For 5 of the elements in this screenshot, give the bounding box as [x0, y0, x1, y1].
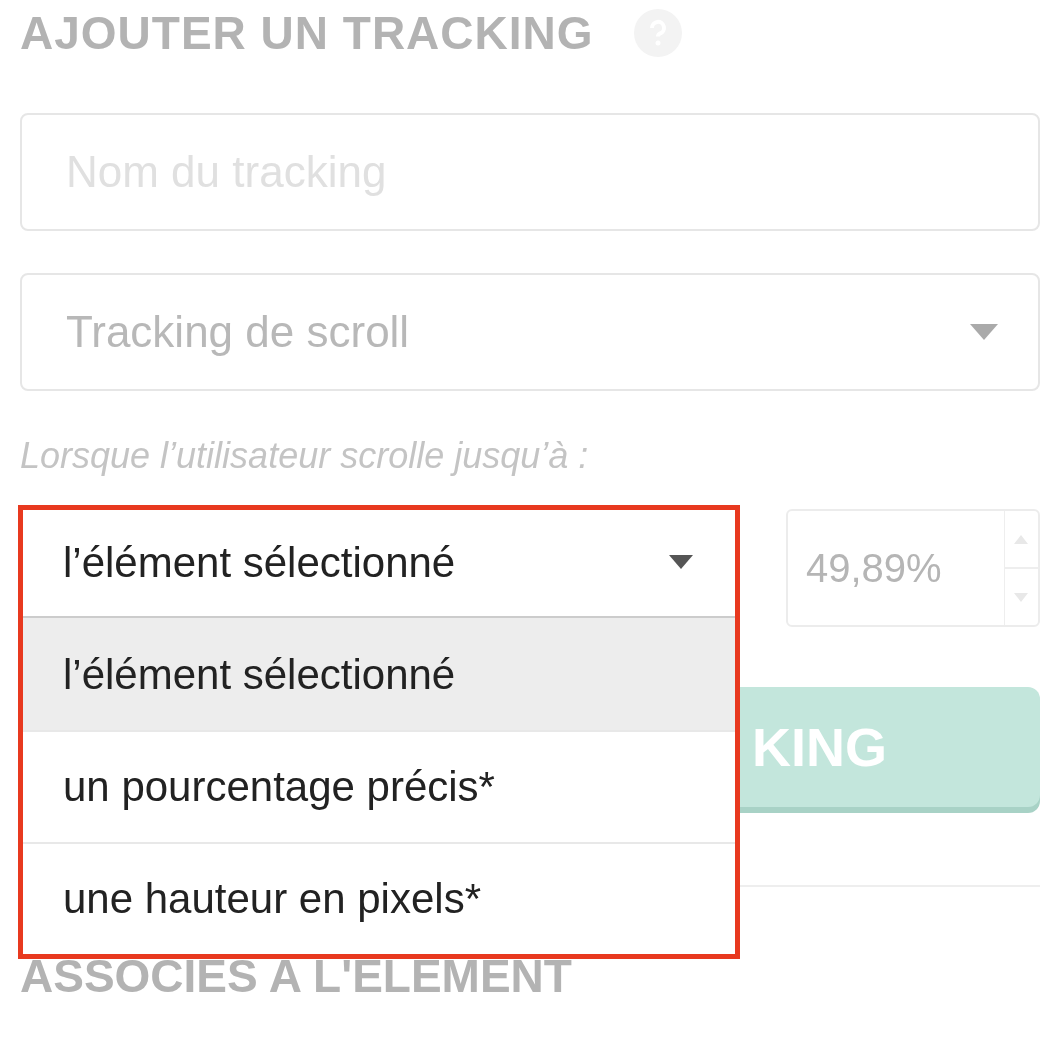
caret-icon [970, 324, 998, 340]
section-title: AJOUTER UN TRACKING [20, 6, 594, 60]
dropdown-option[interactable]: l’élément sélectionné [23, 618, 735, 730]
scroll-label: Lorsque l’utilisateur scrolle jusqu’à : [20, 435, 590, 478]
caret-icon [667, 555, 695, 571]
